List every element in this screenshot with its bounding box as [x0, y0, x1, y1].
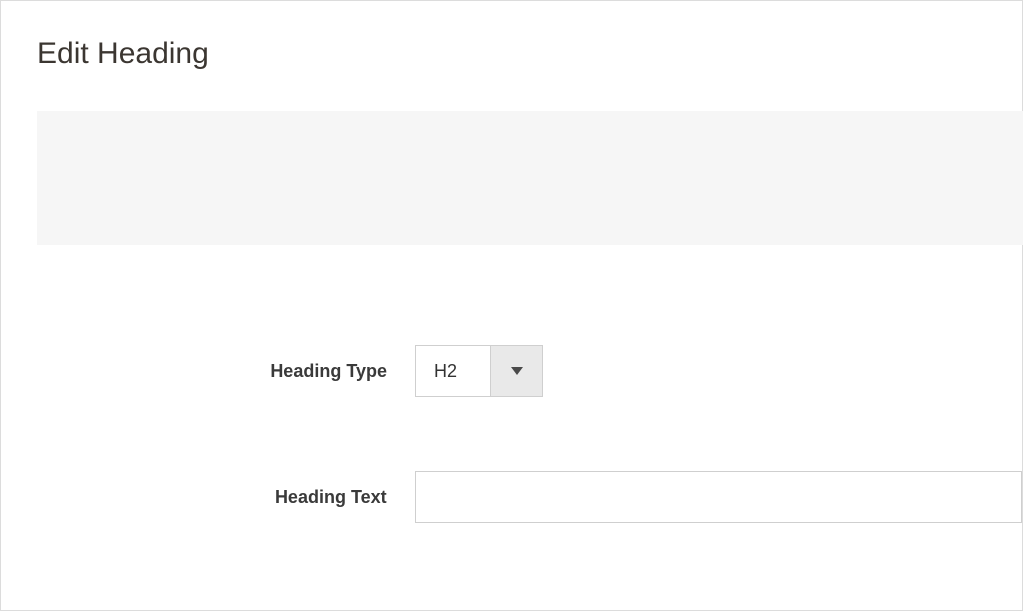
preview-area — [37, 111, 1023, 245]
heading-type-row: Heading Type H2 — [37, 345, 1022, 397]
edit-heading-panel: Edit Heading Heading Type H2 Heading Tex… — [0, 0, 1023, 611]
heading-type-label: Heading Type — [37, 361, 415, 382]
heading-text-row: Heading Text — [37, 471, 1022, 523]
heading-type-select[interactable]: H2 — [415, 345, 543, 397]
heading-text-input[interactable] — [415, 471, 1022, 523]
panel-title: Edit Heading — [1, 1, 1022, 71]
heading-text-label: Heading Text — [37, 487, 415, 508]
heading-type-dropdown-button[interactable] — [490, 346, 542, 396]
chevron-down-icon — [511, 367, 523, 375]
form-area: Heading Type H2 Heading Text — [1, 345, 1022, 523]
heading-type-value: H2 — [416, 346, 490, 396]
